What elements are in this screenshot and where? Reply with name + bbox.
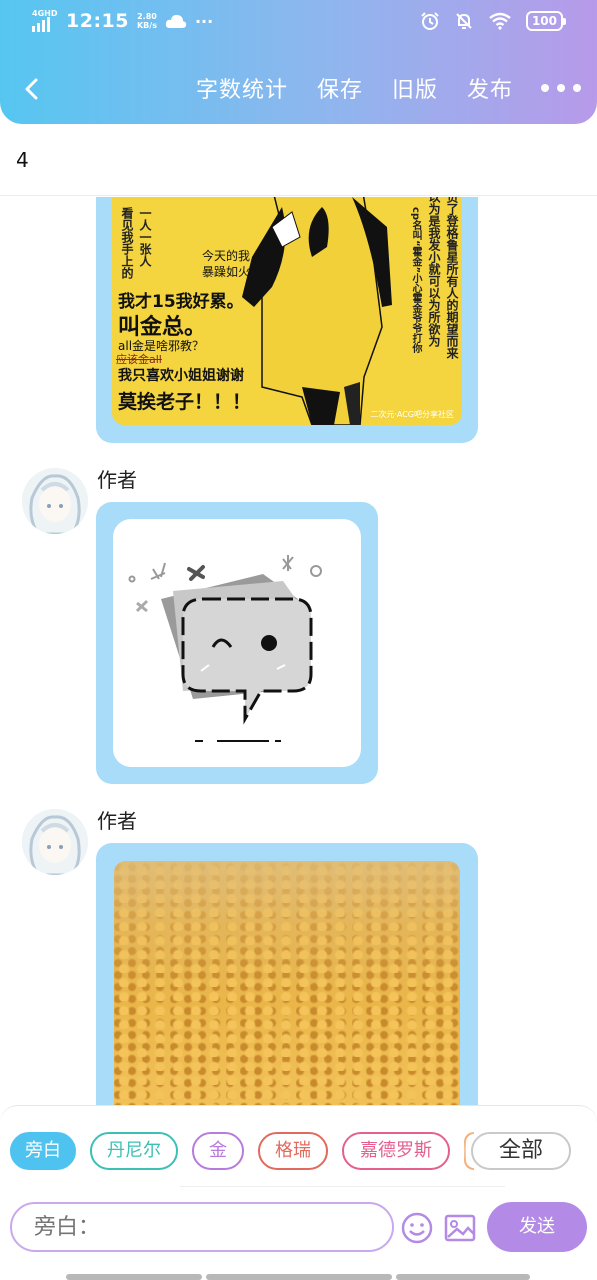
role-chip-daniel[interactable]: 丹尼尔	[90, 1132, 178, 1170]
all-roles-button[interactable]: 全部	[471, 1132, 571, 1170]
save-button[interactable]: 保存	[317, 72, 363, 104]
battery-indicator: 100	[525, 11, 567, 31]
author-avatar[interactable]	[22, 468, 88, 534]
old-version-button[interactable]: 旧版	[392, 72, 438, 104]
speech-bubble-face-sticker	[128, 555, 322, 742]
message-image-manga[interactable]: 看见我手上的 一人一张人 今天的我 暴躁如火 我才15我好累。 叫金总。 all…	[112, 197, 462, 425]
back-arrow-icon[interactable]	[18, 74, 48, 104]
manga-right-col3: cp名叫“霍金”小心霍金爷爷打你	[410, 207, 421, 354]
author-name: 作者	[97, 809, 137, 833]
message-image-field[interactable]	[114, 861, 460, 1105]
author-avatar[interactable]	[22, 809, 88, 875]
status-bar: 4GHD 12:15 2.80 KB/s ··· 100	[0, 0, 597, 46]
message-image-sticker[interactable]	[113, 519, 361, 767]
chapter-title: 4	[16, 148, 29, 172]
manga-watermark: 二次元·ACG吧分享社区	[370, 410, 454, 419]
app-header: 4GHD 12:15 2.80 KB/s ··· 100 字数统计 保存 旧版 …	[0, 0, 597, 124]
send-button[interactable]: 发送	[487, 1202, 587, 1252]
word-count-button[interactable]: 字数统计	[196, 72, 288, 104]
network-speed: 2.80 KB/s	[136, 12, 157, 30]
composer-panel: 旁白 丹尼尔 金 格瑞 嘉德罗斯 全部 发送	[0, 1105, 597, 1265]
manga-text-line4: 我只喜欢小姐姐谢谢	[118, 368, 244, 384]
cloud-icon	[165, 14, 187, 28]
manga-right-col1: 负了登格鲁星所有人的期望而来	[445, 197, 459, 359]
role-chip-grey[interactable]: 格瑞	[258, 1132, 328, 1170]
editor-toolbar: 字数统计 保存 旧版 发布	[0, 66, 597, 112]
manga-character-drawing	[242, 197, 392, 425]
manga-right-col2: 以为是我发小就可以为所欲为	[427, 197, 441, 347]
manga-text-col1: 看见我手上的	[120, 207, 134, 279]
signal-icon: 4GHD	[30, 9, 58, 32]
role-chip-jiadeluosi[interactable]: 嘉德罗斯	[342, 1132, 450, 1170]
role-chip-jin[interactable]: 金	[192, 1132, 244, 1170]
wifi-icon	[489, 12, 511, 30]
emoji-icon[interactable]	[400, 1211, 434, 1245]
system-navigation-bar	[0, 1272, 597, 1280]
dialogue-list[interactable]: 看见我手上的 一人一张人 今天的我 暴躁如火 我才15我好累。 叫金总。 all…	[0, 197, 597, 1105]
role-chip-narration[interactable]: 旁白	[10, 1132, 76, 1170]
publish-button[interactable]: 发布	[467, 72, 513, 104]
alarm-icon	[421, 12, 439, 30]
manga-text-line5: 莫挨老子！！！	[118, 391, 252, 413]
mute-icon	[456, 13, 472, 29]
divider	[180, 1186, 505, 1187]
manga-text-col2: 一人一张人	[138, 207, 152, 267]
more-options-icon[interactable]	[541, 84, 581, 92]
chapter-title-row[interactable]: 4	[0, 124, 597, 196]
clock: 12:15	[66, 10, 129, 32]
dialogue-input[interactable]	[10, 1202, 394, 1252]
image-icon[interactable]	[443, 1211, 477, 1245]
status-overflow: ···	[194, 11, 214, 31]
author-name: 作者	[97, 468, 137, 492]
